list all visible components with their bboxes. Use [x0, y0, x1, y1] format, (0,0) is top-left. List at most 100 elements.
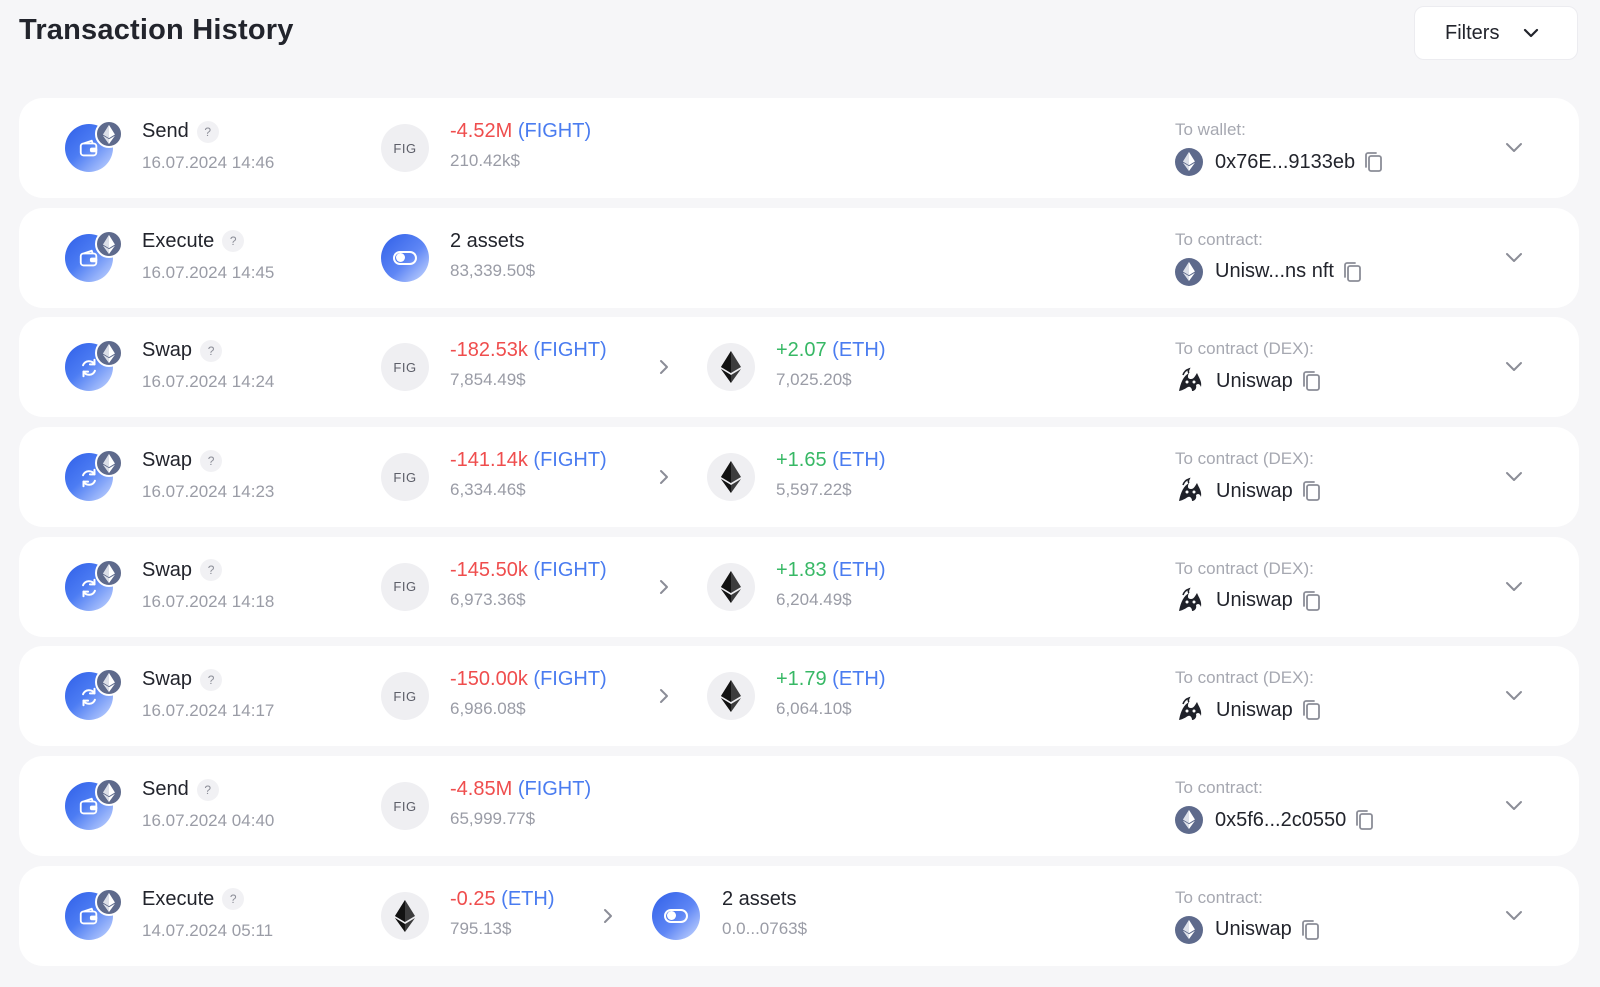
destination-value[interactable]: 0x76E...9133eb: [1215, 151, 1355, 174]
from-asset-icon: FIG: [381, 124, 429, 172]
transaction-type: Execute ?: [142, 230, 245, 253]
from-asset-icon: FIG: [381, 343, 429, 392]
uniswap-icon: [1179, 368, 1202, 392]
from-asset-icon: FIG: [381, 453, 429, 502]
transaction-row[interactable]: Swap ? 16.07.2024 14:24 FIG -182.53k (FI…: [19, 317, 1579, 418]
expand-chevron-icon[interactable]: [1503, 465, 1525, 487]
destination: 0x5f6...2c0550: [1175, 806, 1374, 835]
destination-label: To wallet:: [1175, 120, 1246, 139]
help-icon[interactable]: ?: [196, 120, 219, 143]
transaction-type: Swap ?: [142, 339, 223, 362]
transaction-row[interactable]: Execute ? 16.07.2024 14:45 2 assets 83,3…: [19, 207, 1579, 308]
from-amount: -0.25 (ETH): [450, 888, 554, 911]
transaction-date: 16.07.2024 14:46: [142, 153, 275, 172]
expand-chevron-icon[interactable]: [1503, 136, 1525, 158]
from-symbol: (ETH): [501, 887, 555, 910]
from-symbol: (FIGHT): [533, 558, 607, 581]
destination: Uniswap: [1175, 696, 1321, 724]
to-amount: +1.83 (ETH): [776, 559, 886, 582]
expand-chevron-icon[interactable]: [1503, 904, 1525, 926]
from-symbol: (FIGHT): [533, 449, 607, 472]
arrow-right-icon: [660, 360, 668, 375]
transaction-type: Swap ?: [142, 559, 223, 582]
expand-chevron-icon[interactable]: [1503, 794, 1525, 816]
transaction-type-icon: [65, 120, 123, 172]
from-asset-icon: FIG: [381, 672, 429, 721]
to-amount: 2 assets: [722, 888, 796, 911]
destination-label: To contract:: [1175, 229, 1263, 249]
transaction-type-label: Send: [142, 120, 189, 142]
destination-value[interactable]: Uniswap: [1215, 918, 1292, 941]
transaction-type-icon: [65, 778, 123, 831]
ethereum-chain-badge-icon: [95, 229, 123, 258]
ethereum-chain-badge-icon: [95, 339, 123, 368]
help-icon[interactable]: ?: [200, 559, 223, 582]
copy-icon[interactable]: [1300, 919, 1320, 941]
arrow-right-icon: [660, 689, 668, 704]
help-icon[interactable]: ?: [222, 230, 245, 253]
from-amount-value: -150.00k: [450, 668, 528, 691]
transaction-row[interactable]: Send ? 16.07.2024 04:40 FIG -4.85M (FIGH…: [19, 756, 1579, 857]
transaction-row[interactable]: Execute ? 14.07.2024 05:11 -0.25 (ETH) 7…: [19, 865, 1579, 966]
expand-chevron-icon[interactable]: [1503, 246, 1525, 268]
help-icon[interactable]: ?: [200, 339, 223, 362]
copy-icon[interactable]: [1354, 809, 1374, 831]
transaction-date: 14.07.2024 05:11: [142, 920, 274, 940]
copy-icon[interactable]: [1301, 370, 1321, 392]
help-icon[interactable]: ?: [196, 778, 219, 801]
from-amount-value: -141.14k: [450, 449, 528, 472]
transaction-type-icon: [65, 668, 123, 721]
expand-chevron-icon[interactable]: [1503, 575, 1525, 597]
to-amount: +1.79 (ETH): [776, 668, 886, 691]
ethereum-icon: [1175, 915, 1203, 944]
expand-chevron-icon[interactable]: [1503, 355, 1525, 377]
ethereum-chain-badge-icon: [95, 558, 123, 587]
to-asset-icon: [707, 672, 755, 721]
from-amount-value: -182.53k: [450, 339, 528, 362]
expand-chevron-icon[interactable]: [1503, 684, 1525, 706]
transaction-row[interactable]: Swap ? 16.07.2024 14:17 FIG -150.00k (FI…: [19, 646, 1579, 747]
transaction-type: Send ?: [142, 778, 219, 801]
destination: Uniswap: [1175, 587, 1321, 615]
transaction-row[interactable]: Send ? 16.07.2024 14:46 FIG -4.52M (FIGH…: [19, 98, 1579, 198]
destination-value[interactable]: Uniswap: [1216, 699, 1293, 722]
ethereum-chain-badge-icon: [95, 449, 123, 478]
from-usd-value: 795.13$: [450, 918, 512, 938]
copy-icon[interactable]: [1301, 699, 1321, 721]
destination-value[interactable]: Uniswap: [1216, 370, 1293, 393]
destination-label: To contract (DEX):: [1175, 449, 1314, 469]
to-amount-value: +2.07: [776, 339, 827, 362]
from-amount-value: -4.52M: [450, 120, 513, 142]
to-symbol: (ETH): [832, 668, 886, 691]
filters-button[interactable]: Filters: [1414, 6, 1578, 60]
copy-icon[interactable]: [1342, 261, 1362, 283]
help-icon[interactable]: ?: [200, 668, 223, 691]
from-amount: 2 assets: [450, 230, 524, 253]
copy-icon[interactable]: [1301, 590, 1321, 612]
from-amount: -4.52M (FIGHT): [450, 120, 591, 143]
from-usd-value: 6,973.36$: [450, 589, 526, 609]
destination-value[interactable]: Uniswap: [1216, 589, 1293, 612]
from-asset-icon: [381, 891, 429, 940]
from-symbol: (FIGHT): [517, 120, 592, 142]
to-amount: +1.65 (ETH): [776, 449, 886, 472]
to-amount-value: 2 assets: [722, 887, 797, 910]
copy-icon[interactable]: [1301, 480, 1321, 502]
destination-value[interactable]: Unisw...ns nft: [1215, 260, 1334, 283]
copy-icon[interactable]: [1363, 151, 1383, 173]
help-icon[interactable]: ?: [222, 888, 245, 911]
uniswap-icon: [1179, 697, 1202, 721]
help-icon[interactable]: ?: [200, 449, 223, 472]
transaction-list: Send ? 16.07.2024 14:46 FIG -4.52M (FIGH…: [19, 98, 1579, 976]
from-asset-icon: FIG: [381, 562, 429, 611]
to-symbol: (ETH): [832, 339, 886, 362]
destination: Uniswap: [1175, 367, 1321, 395]
destination-value[interactable]: 0x5f6...2c0550: [1215, 809, 1346, 832]
to-usd-value: 0.0...0763$: [722, 918, 808, 938]
destination-value[interactable]: Uniswap: [1216, 480, 1293, 503]
from-amount: -182.53k (FIGHT): [450, 339, 607, 362]
from-symbol: (FIGHT): [517, 778, 592, 801]
transaction-type-label: Swap: [142, 339, 193, 362]
transaction-row[interactable]: Swap ? 16.07.2024 14:18 FIG -145.50k (FI…: [19, 536, 1579, 637]
transaction-row[interactable]: Swap ? 16.07.2024 14:23 FIG -141.14k (FI…: [19, 427, 1579, 528]
